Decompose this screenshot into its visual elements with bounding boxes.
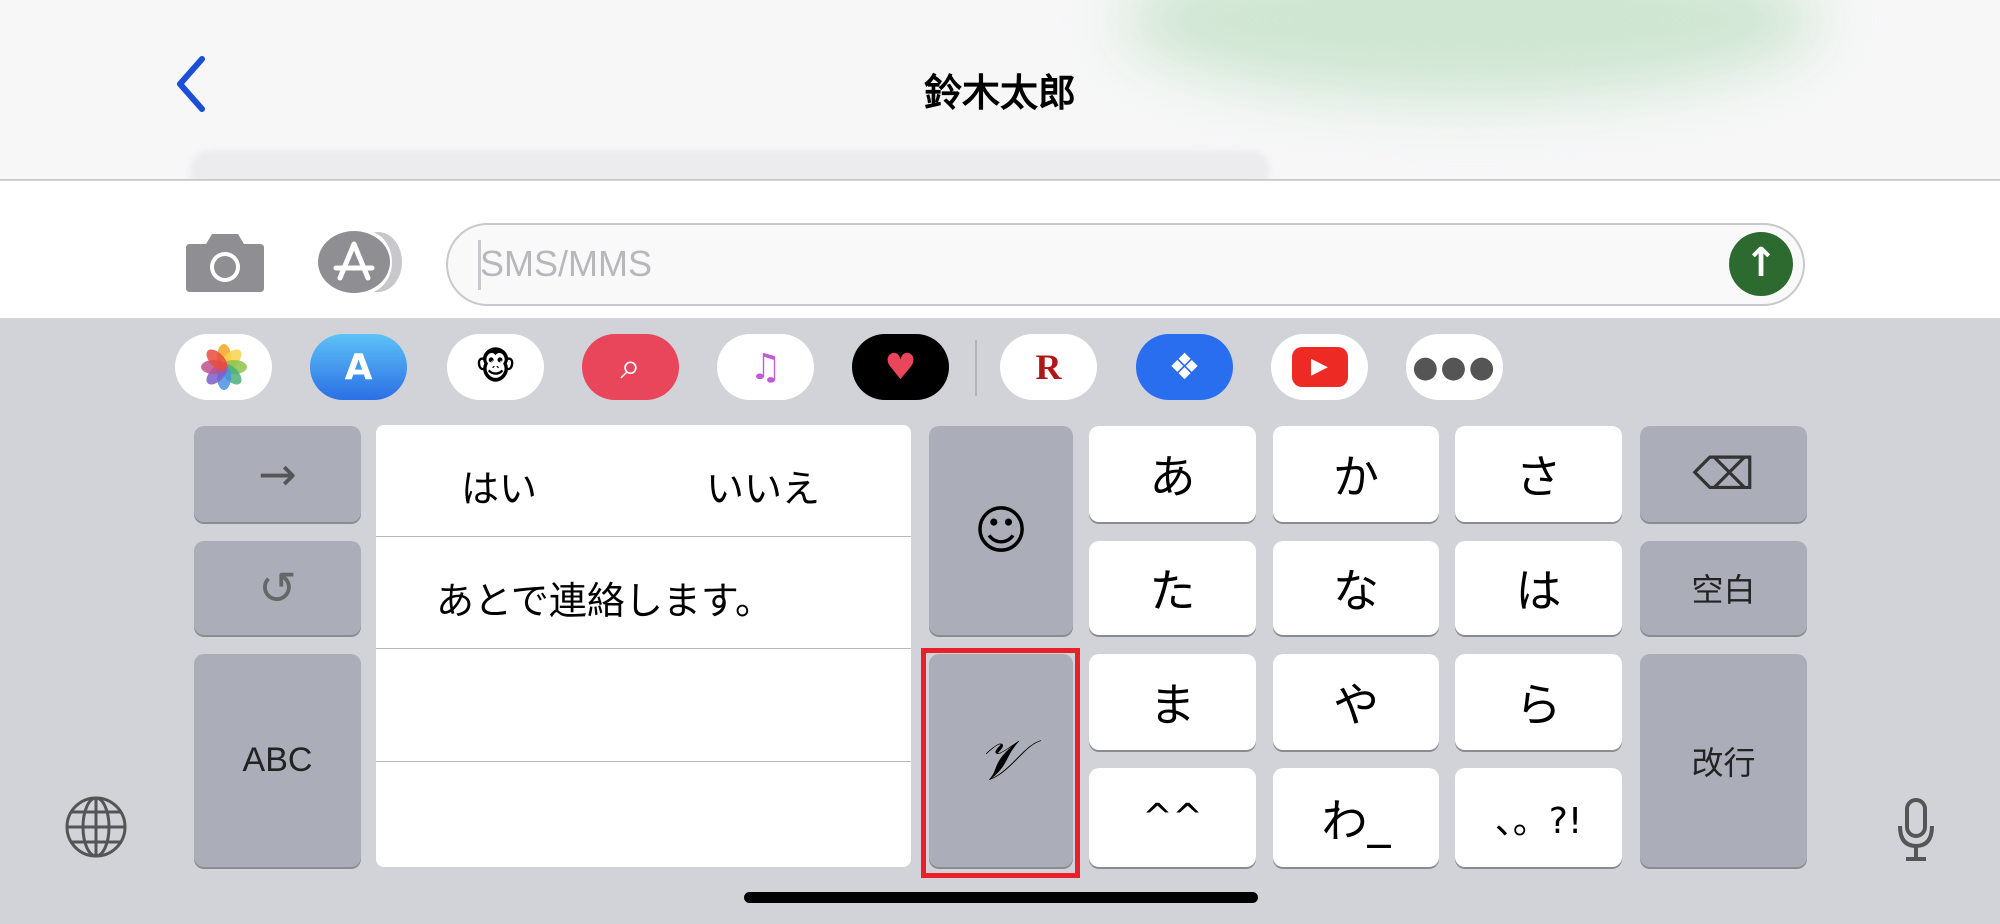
- message-bubble-blurred: [190, 150, 1270, 179]
- youtube-icon[interactable]: ▶: [1271, 334, 1368, 400]
- key-ka[interactable]: か: [1273, 426, 1439, 522]
- key-na[interactable]: な: [1273, 541, 1439, 635]
- key-ha[interactable]: は: [1455, 541, 1622, 635]
- abc-key[interactable]: ABC: [194, 654, 361, 867]
- globe-icon[interactable]: [64, 795, 128, 859]
- key-ta[interactable]: た: [1089, 541, 1256, 635]
- emoji-key[interactable]: ☺: [929, 426, 1073, 635]
- candidate-atode[interactable]: あとで連絡します。: [436, 570, 773, 625]
- send-button[interactable]: ↑: [1729, 232, 1793, 296]
- undo-key[interactable]: ↺: [194, 541, 361, 635]
- conversation-title: 鈴木太郎: [923, 71, 1076, 115]
- music-icon[interactable]: ♫: [717, 334, 814, 400]
- app-store-drawer-icon[interactable]: A: [310, 334, 407, 400]
- highlight-box: [921, 648, 1080, 878]
- key-ma[interactable]: ま: [1089, 654, 1256, 750]
- key-punctuation[interactable]: 、。?!: [1455, 768, 1622, 867]
- candidate-divider: [376, 536, 911, 537]
- space-key[interactable]: 空白: [1640, 541, 1807, 635]
- message-placeholder: SMS/MMS: [480, 243, 653, 284]
- key-ya[interactable]: や: [1273, 654, 1439, 750]
- photos-app-icon[interactable]: [175, 334, 272, 400]
- animoji-icon[interactable]: 🐵: [447, 334, 544, 400]
- home-indicator[interactable]: [744, 892, 1258, 903]
- candidate-hai[interactable]: はい: [461, 458, 537, 513]
- key-ra[interactable]: ら: [1455, 654, 1622, 750]
- image-search-icon[interactable]: ⌕: [582, 334, 679, 400]
- digital-touch-icon[interactable]: ♥: [852, 334, 949, 400]
- next-candidate-key[interactable]: →: [194, 426, 361, 522]
- return-key[interactable]: 改行: [1640, 654, 1807, 867]
- key-wa[interactable]: わ_: [1273, 768, 1439, 867]
- camera-icon[interactable]: [184, 230, 266, 294]
- microphone-icon[interactable]: [1896, 798, 1936, 862]
- candidate-iie[interactable]: いいえ: [706, 458, 820, 513]
- more-apps-icon[interactable]: ●●●: [1406, 334, 1503, 400]
- drawer-divider: [975, 340, 977, 396]
- navigation-header: 鈴木太郎: [0, 0, 2000, 180]
- prediction-candidates: はい いいえ あとで連絡します。: [376, 425, 911, 867]
- rakuten-icon[interactable]: R: [1000, 334, 1097, 400]
- app-store-icon[interactable]: [316, 230, 406, 294]
- candidate-divider: [376, 648, 911, 649]
- dropbox-icon[interactable]: ❖: [1136, 334, 1233, 400]
- key-kaomoji[interactable]: ^^: [1089, 768, 1256, 867]
- candidate-divider: [376, 761, 911, 762]
- key-sa[interactable]: さ: [1455, 426, 1622, 522]
- backspace-key[interactable]: ⌫: [1640, 426, 1807, 522]
- key-a[interactable]: あ: [1089, 426, 1256, 522]
